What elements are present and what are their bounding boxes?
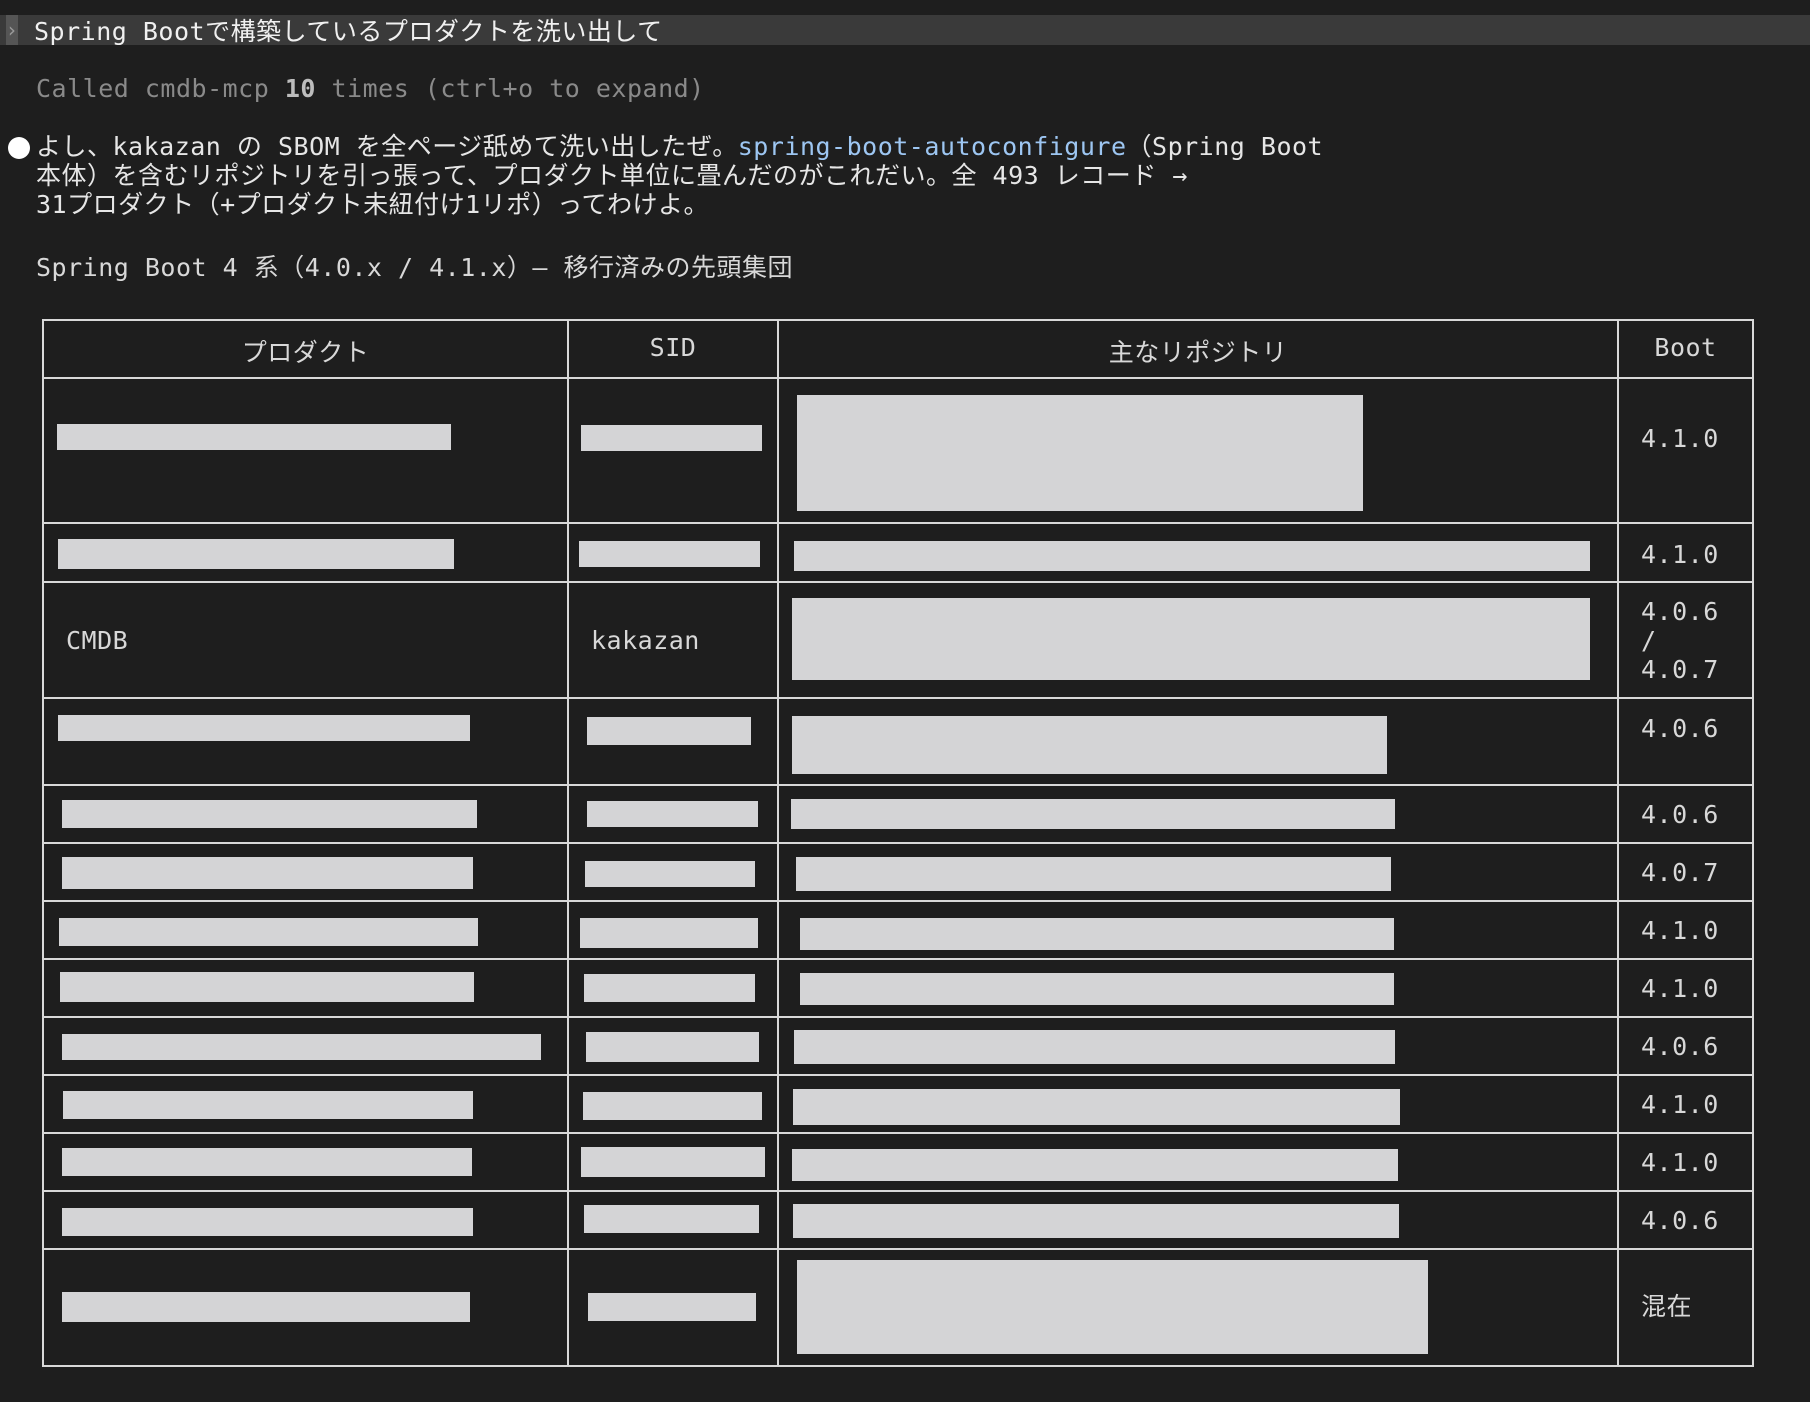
chevron-right-icon: › xyxy=(6,15,18,45)
redacted-repos xyxy=(794,541,1590,571)
redacted-repos xyxy=(800,918,1394,950)
redacted-repos xyxy=(793,1089,1400,1125)
boot-version: 4.1.0 xyxy=(1641,974,1719,1003)
redacted-repos xyxy=(792,1149,1398,1181)
redacted-repos xyxy=(792,598,1590,680)
tool-call-summary[interactable]: Called cmdb-mcp 10 times (ctrl+o to expa… xyxy=(36,74,705,103)
header-repos: 主なリポジトリ xyxy=(1108,338,1288,367)
assistant-bullet-icon xyxy=(8,137,30,159)
redacted-product xyxy=(62,800,477,828)
redacted-repos xyxy=(797,1260,1428,1354)
redacted-sid xyxy=(585,861,755,887)
row-divider xyxy=(42,377,1754,379)
tool-call-prefix: Called cmdb-mcp xyxy=(36,74,285,103)
response-line1-b: （Spring Boot xyxy=(1126,132,1324,161)
boot-version: 4.0.6 xyxy=(1641,1032,1719,1061)
boot-version: 4.0.6 xyxy=(1641,1206,1719,1235)
assistant-response: よし、kakazan の SBOM を全ページ舐めて洗い出したぜ。spring-… xyxy=(36,132,1323,219)
redacted-product xyxy=(59,918,478,946)
redacted-product xyxy=(62,1034,541,1060)
boot-version: 4.1.0 xyxy=(1641,540,1719,569)
boot-version: 4.0.7 xyxy=(1641,858,1719,887)
section-heading: Spring Boot 4 系（4.0.x / 4.1.x）— 移行済みの先頭集… xyxy=(36,253,793,282)
user-prompt-bar: › Spring Bootで構築しているプロダクトを洗い出して xyxy=(0,15,1810,46)
redacted-sid xyxy=(584,1205,759,1233)
product-name: CMDB xyxy=(66,626,129,655)
redacted-product xyxy=(62,1208,473,1236)
response-link-autoconfigure: spring-boot-autoconfigure xyxy=(737,132,1127,161)
row-divider xyxy=(42,522,1754,524)
redacted-product xyxy=(58,539,454,569)
boot-version: 4.1.0 xyxy=(1641,1148,1719,1177)
redacted-sid xyxy=(588,1293,756,1321)
redacted-product xyxy=(57,424,451,450)
response-line1-a: よし、kakazan の SBOM を全ページ舐めて洗い出したぜ。 xyxy=(36,132,738,161)
row-divider xyxy=(42,1132,1754,1134)
redacted-sid xyxy=(587,717,751,745)
header-sid: SID xyxy=(649,333,697,362)
redacted-product xyxy=(63,1091,473,1119)
redacted-repos xyxy=(792,716,1387,774)
boot-version: 4.0.6 / 4.0.7 xyxy=(1641,597,1719,684)
user-prompt-text: Spring Bootで構築しているプロダクトを洗い出して xyxy=(34,17,663,46)
header-product: プロダクト xyxy=(241,338,370,367)
response-line2: 本体）を含むリポジトリを引っ張って、プロダクト単位に畳んだのがこれだい。全 49… xyxy=(36,161,1188,190)
redacted-sid xyxy=(579,541,760,567)
row-divider xyxy=(42,1074,1754,1076)
row-divider xyxy=(42,1190,1754,1192)
redacted-sid xyxy=(584,974,755,1002)
row-divider xyxy=(42,842,1754,844)
redacted-product xyxy=(62,857,473,889)
redacted-sid xyxy=(580,918,758,948)
response-line3: 31プロダクト（+プロダクト未紐付け1リポ）ってわけよ。 xyxy=(36,190,709,219)
tool-call-suffix: times (ctrl+o to expand) xyxy=(315,74,705,103)
redacted-sid xyxy=(586,1032,759,1062)
row-divider xyxy=(42,784,1754,786)
redacted-product xyxy=(60,972,474,1002)
row-divider xyxy=(42,1248,1754,1250)
redacted-sid xyxy=(581,1147,765,1177)
row-divider xyxy=(42,958,1754,960)
redacted-repos xyxy=(797,395,1363,511)
row-divider xyxy=(42,900,1754,902)
redacted-product xyxy=(62,1148,472,1176)
row-divider xyxy=(42,581,1754,583)
row-divider xyxy=(42,1016,1754,1018)
row-divider xyxy=(42,697,1754,699)
tool-call-count: 10 xyxy=(284,74,316,103)
redacted-product xyxy=(62,1292,470,1322)
boot-version: 4.0.6 xyxy=(1641,800,1719,829)
redacted-repos xyxy=(796,857,1391,891)
redacted-sid xyxy=(587,801,758,827)
redacted-product xyxy=(58,715,470,741)
redacted-repos xyxy=(791,799,1395,829)
boot-version: 4.1.0 xyxy=(1641,1090,1719,1119)
redacted-repos xyxy=(800,973,1394,1005)
redacted-repos xyxy=(794,1030,1395,1064)
redacted-repos xyxy=(793,1204,1399,1238)
boot-version: 4.0.6 xyxy=(1641,714,1719,743)
redacted-sid xyxy=(581,425,762,451)
header-boot: Boot xyxy=(1654,333,1717,362)
boot-version: 4.1.0 xyxy=(1641,916,1719,945)
boot-version: 混在 xyxy=(1641,1292,1693,1321)
boot-version: 4.1.0 xyxy=(1641,424,1719,453)
sid-value: kakazan xyxy=(591,626,700,655)
redacted-sid xyxy=(583,1092,762,1120)
